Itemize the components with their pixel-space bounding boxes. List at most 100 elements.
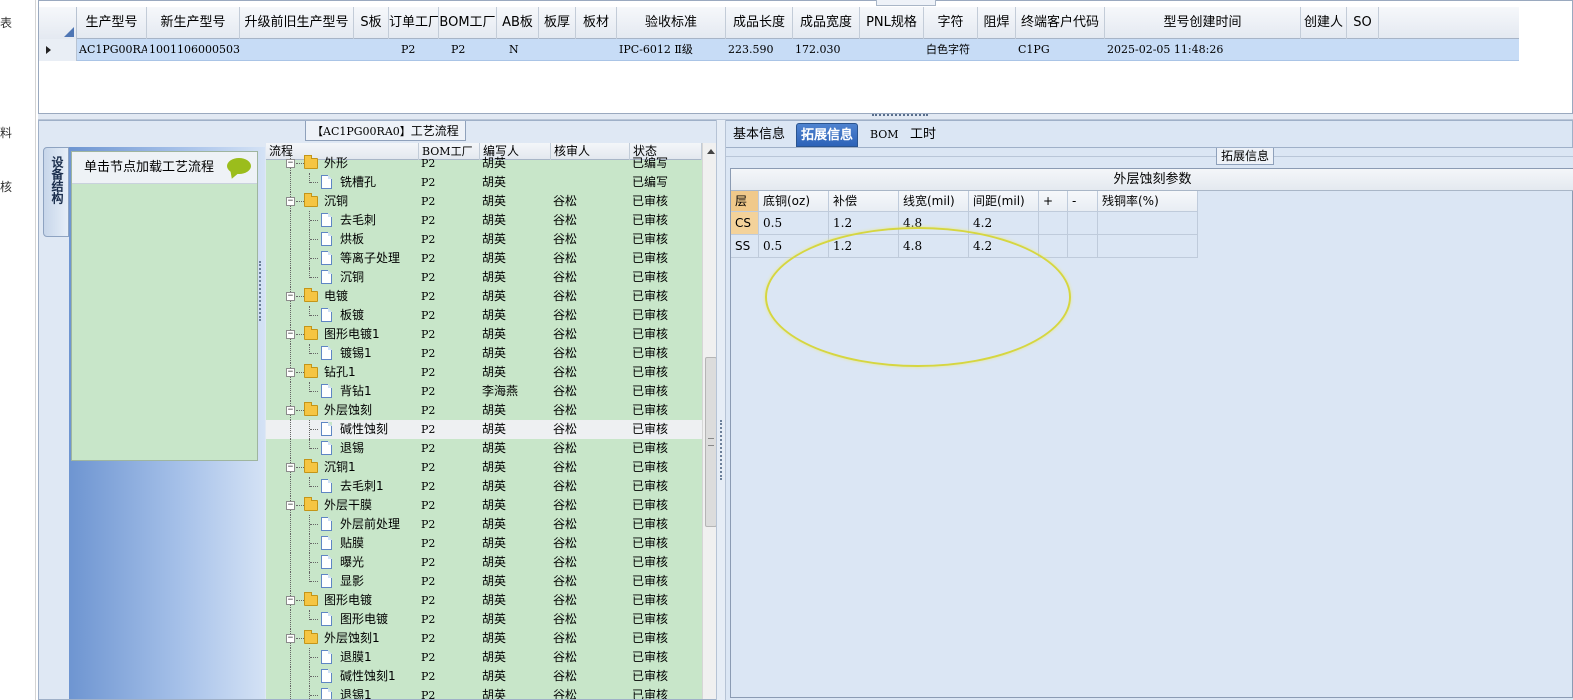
column-header-layer[interactable]: 层 (731, 191, 759, 212)
column-header-minus[interactable]: - (1068, 191, 1098, 212)
tab-basic-info[interactable]: 基本信息 (729, 123, 789, 147)
tree-node[interactable]: 贴膜 (266, 534, 419, 553)
cell-order-factory[interactable]: P2 (389, 39, 439, 61)
cell-bom-factory[interactable]: P2 (419, 325, 480, 344)
cell-bom-factory[interactable]: P2 (419, 572, 480, 591)
tree-node[interactable]: 镀锡1 (266, 344, 419, 363)
cell-bom-factory[interactable]: P2 (419, 686, 480, 699)
cell-status[interactable]: 已审核 (630, 382, 702, 401)
cell-reviewer[interactable]: 谷松 (551, 306, 630, 325)
column-header-solder-mask[interactable]: 阻焊 (978, 7, 1016, 39)
cell-created-time[interactable]: 2025-02-05 11:48:26 (1105, 39, 1301, 61)
collapse-icon[interactable]: − (286, 501, 295, 510)
table-row[interactable]: − 图形电镀 P2 胡英 谷松 已审核 (266, 591, 702, 610)
panel-grip-icon[interactable] (259, 261, 263, 321)
collapse-icon[interactable]: − (286, 634, 295, 643)
column-header-base-copper[interactable]: 底铜(oz) (759, 191, 829, 212)
tree-node[interactable]: 烘板 (266, 230, 419, 249)
vertical-splitter[interactable] (716, 120, 726, 700)
cell-status[interactable]: 已审核 (630, 629, 702, 648)
cell-status[interactable]: 已审核 (630, 211, 702, 230)
column-header-ab-board[interactable]: AB板 (497, 7, 539, 39)
cell-reviewer[interactable] (551, 154, 630, 173)
cell-status[interactable]: 已审核 (630, 686, 702, 699)
cell-model[interactable]: AC1PG00RA0 (77, 39, 147, 61)
table-row[interactable]: − 钻孔1 P2 胡英 谷松 已审核 (266, 363, 702, 382)
cell-writer[interactable]: 胡英 (480, 401, 551, 420)
cell-bom-factory[interactable]: P2 (419, 268, 480, 287)
cell-reviewer[interactable] (551, 173, 630, 192)
cell-writer[interactable]: 胡英 (480, 515, 551, 534)
table-row[interactable]: − 电镀 P2 胡英 谷松 已审核 (266, 287, 702, 306)
cell-writer[interactable]: 胡英 (480, 268, 551, 287)
cell-bom-factory[interactable]: P2 (419, 287, 480, 306)
tree-node[interactable]: − 外层蚀刻 (266, 401, 419, 420)
collapse-icon[interactable]: − (286, 368, 295, 377)
table-row[interactable]: − 沉铜1 P2 胡英 谷松 已审核 (266, 458, 702, 477)
tree-node[interactable]: − 外层干膜 (266, 496, 419, 515)
cell-reviewer[interactable]: 谷松 (551, 401, 630, 420)
cell-plus[interactable] (1039, 212, 1068, 235)
tree-node[interactable]: 退膜1 (266, 648, 419, 667)
scroll-up-icon[interactable] (707, 149, 715, 154)
tree-node[interactable]: 去毛刺 (266, 211, 419, 230)
cell-acceptance-standard[interactable]: IPC-6012 Ⅱ级 (617, 39, 726, 61)
cell-writer[interactable]: 胡英 (480, 591, 551, 610)
cell-writer[interactable]: 胡英 (480, 420, 551, 439)
splitter-grip-icon[interactable] (872, 114, 928, 118)
table-row[interactable]: CS 0.5 1.2 4.8 4.2 (731, 212, 1198, 235)
tree-node[interactable]: 背钻1 (266, 382, 419, 401)
cell-length[interactable]: 223.590 (726, 39, 793, 61)
cell-writer[interactable]: 胡英 (480, 629, 551, 648)
tree-node[interactable]: 碱性蚀刻 (266, 420, 419, 439)
cell-old-model[interactable] (240, 39, 354, 61)
column-header-so[interactable]: SO (1347, 7, 1379, 39)
tree-node[interactable]: 曝光 (266, 553, 419, 572)
cell-new-model[interactable]: 10011060005034 (147, 39, 240, 61)
cell-reviewer[interactable]: 谷松 (551, 211, 630, 230)
cell-status[interactable]: 已审核 (630, 192, 702, 211)
cell-writer[interactable]: 李海燕 (480, 382, 551, 401)
tree-node[interactable]: − 图形电镀 (266, 591, 419, 610)
cell-status[interactable]: 已审核 (630, 363, 702, 382)
cell-status[interactable]: 已审核 (630, 268, 702, 287)
tree-node[interactable]: 图形电镀 (266, 610, 419, 629)
table-row[interactable]: 等离子处理 P2 胡英 谷松 已审核 (266, 249, 702, 268)
cell-reviewer[interactable]: 谷松 (551, 420, 630, 439)
cell-writer[interactable]: 胡英 (480, 496, 551, 515)
cell-bom-factory[interactable]: P2 (419, 496, 480, 515)
cell-status[interactable]: 已审核 (630, 439, 702, 458)
cell-residual-copper[interactable] (1098, 212, 1198, 235)
cell-writer[interactable]: 胡英 (480, 572, 551, 591)
cell-status[interactable]: 已审核 (630, 496, 702, 515)
collapse-icon[interactable]: − (286, 463, 295, 472)
collapse-icon[interactable]: − (286, 292, 295, 301)
column-header-new-model[interactable]: 新生产型号 (147, 7, 240, 39)
cell-bom-factory[interactable]: P2 (419, 154, 480, 173)
cell-bom-factory[interactable]: P2 (419, 230, 480, 249)
cell-writer[interactable]: 胡英 (480, 173, 551, 192)
cell-status[interactable]: 已审核 (630, 458, 702, 477)
cell-bom-factory[interactable]: P2 (419, 211, 480, 230)
cell-writer[interactable]: 胡英 (480, 610, 551, 629)
collapse-icon[interactable]: − (286, 330, 295, 339)
cell-reviewer[interactable]: 谷松 (551, 382, 630, 401)
table-row[interactable]: − 外层蚀刻 P2 胡英 谷松 已审核 (266, 401, 702, 420)
cell-reviewer[interactable]: 谷松 (551, 591, 630, 610)
cell-reviewer[interactable]: 谷松 (551, 268, 630, 287)
cell-pnl-spec[interactable] (860, 39, 924, 61)
cell-writer[interactable]: 胡英 (480, 192, 551, 211)
column-header-plus[interactable]: + (1039, 191, 1068, 212)
cell-writer[interactable]: 胡英 (480, 344, 551, 363)
cell-reviewer[interactable]: 谷松 (551, 629, 630, 648)
cell-status[interactable]: 已审核 (630, 249, 702, 268)
cell-writer[interactable]: 胡英 (480, 458, 551, 477)
cell-material[interactable] (576, 39, 617, 61)
table-row[interactable]: − 外层干膜 P2 胡英 谷松 已审核 (266, 496, 702, 515)
row-selector-icon[interactable] (39, 39, 77, 61)
cell-writer[interactable]: 胡英 (480, 325, 551, 344)
cell-reviewer[interactable]: 谷松 (551, 344, 630, 363)
cell-writer[interactable]: 胡英 (480, 363, 551, 382)
cell-compensation[interactable]: 1.2 (829, 235, 899, 258)
cell-reviewer[interactable]: 谷松 (551, 249, 630, 268)
